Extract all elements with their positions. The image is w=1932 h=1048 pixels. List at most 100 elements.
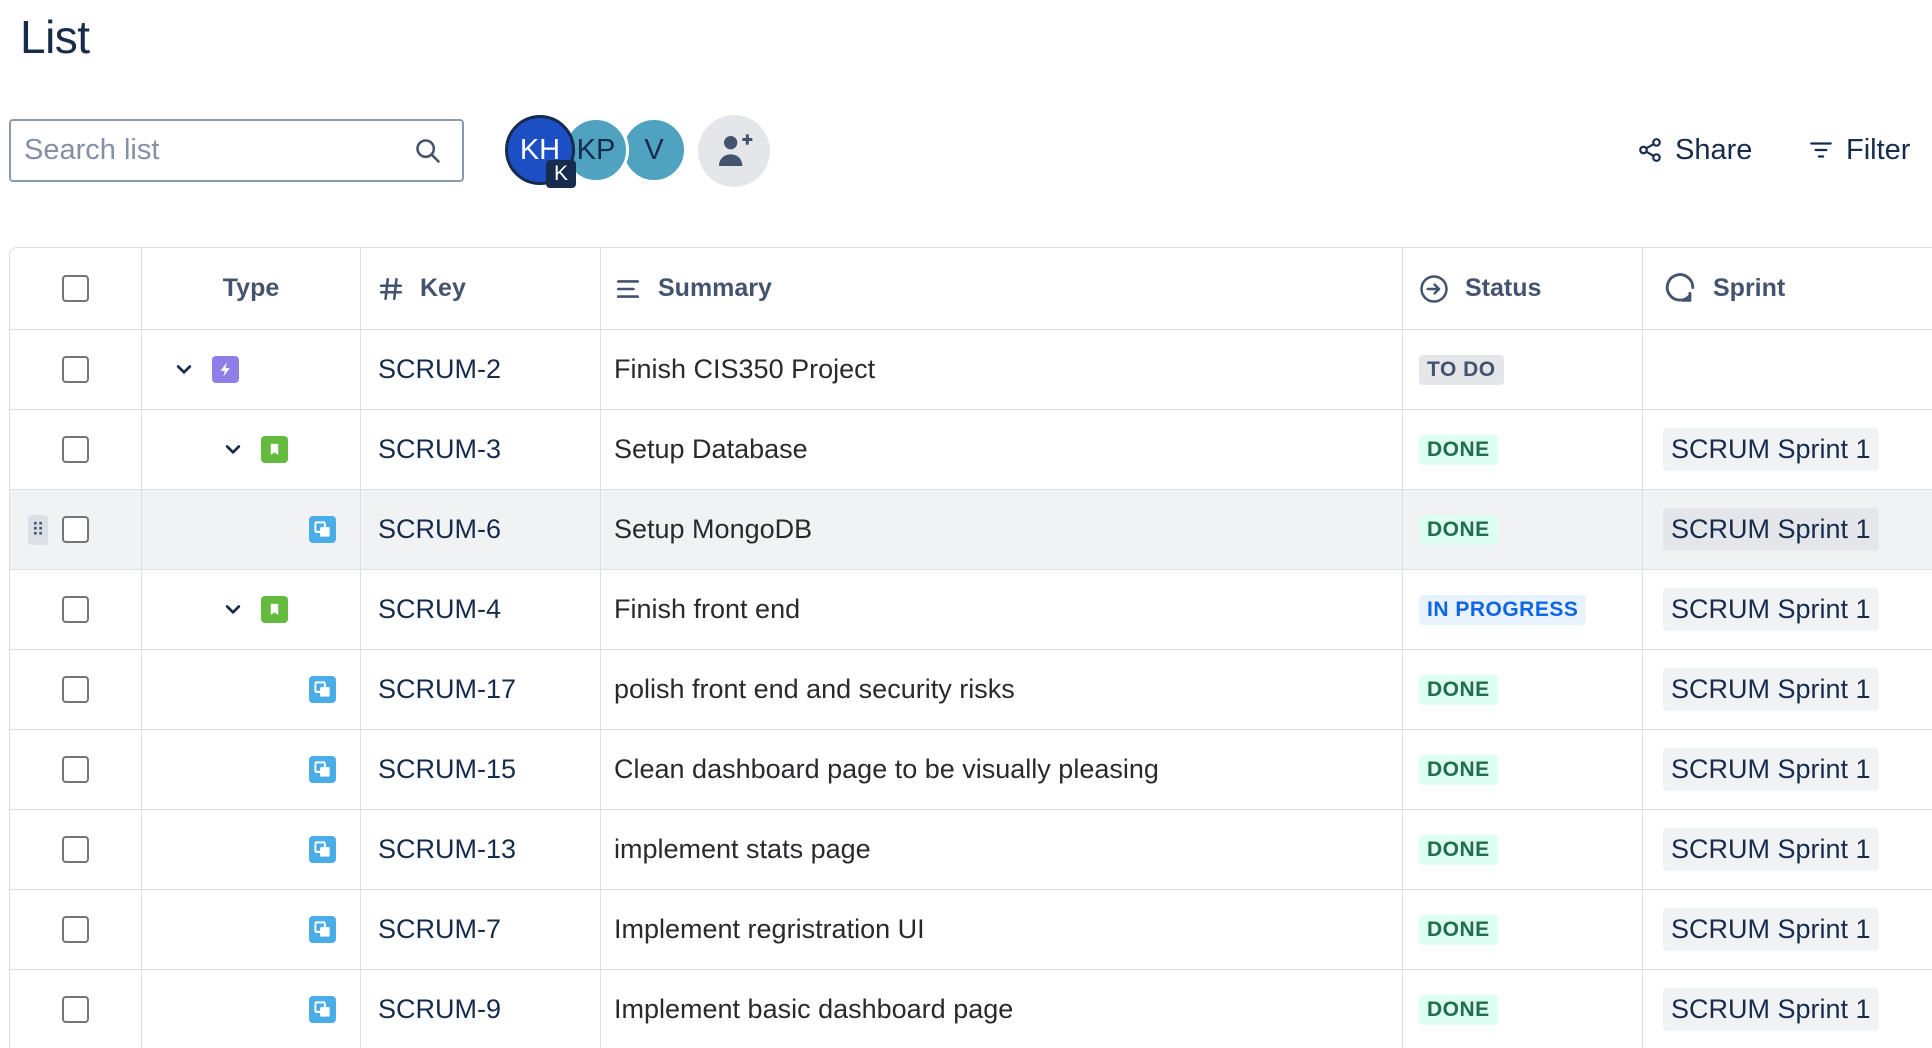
status-lozenge[interactable]: DONE [1419,754,1498,785]
issue-summary[interactable]: Setup Database [614,434,808,465]
summary-cell[interactable]: polish front end and security risks [601,650,1403,729]
issue-key[interactable]: SCRUM-3 [378,434,501,465]
issue-summary[interactable]: Finish front end [614,594,800,625]
sprint-tag[interactable]: SCRUM Sprint 1 [1663,668,1879,711]
row-checkbox[interactable] [62,676,89,703]
sprint-cell[interactable]: SCRUM Sprint 1 [1643,890,1932,969]
subtask-icon [309,836,336,863]
column-header-sprint[interactable]: Sprint [1643,248,1932,329]
status-lozenge[interactable]: DONE [1419,994,1498,1025]
issue-summary[interactable]: Finish CIS350 Project [614,354,875,385]
column-header-type[interactable]: Type [142,248,361,329]
table-row[interactable]: ⠿ SCRUM-6 Setup MongoDB DONE SCRUM Sprint 1 [10,490,1932,570]
type-cell [142,810,361,889]
table-row[interactable]: SCRUM-15 Clean dashboard page to be visua… [10,730,1932,810]
summary-cell[interactable]: Finish front end [601,570,1403,649]
table-row[interactable]: SCRUM-4 Finish front end IN PROGRESS SCRUM … [10,570,1932,650]
table-row[interactable]: SCRUM-7 Implement regristration UI DONE SCR… [10,890,1932,970]
sprint-cell[interactable]: SCRUM Sprint 1 [1643,810,1932,889]
chevron-down-icon[interactable] [221,597,245,621]
chevron-down-icon[interactable] [172,357,196,381]
issue-key[interactable]: SCRUM-9 [378,994,501,1025]
summary-cell[interactable]: Setup Database [601,410,1403,489]
table-row[interactable]: SCRUM-13 implement stats page DONE SCRUM Sp… [10,810,1932,890]
key-cell: SCRUM-6 [361,490,601,569]
avatar[interactable]: V [621,117,687,183]
row-checkbox[interactable] [62,356,89,383]
sprint-cell[interactable]: SCRUM Sprint 1 [1643,970,1932,1048]
sprint-cell[interactable] [1643,330,1932,409]
sprint-tag[interactable]: SCRUM Sprint 1 [1663,908,1879,951]
issue-key[interactable]: SCRUM-15 [378,754,516,785]
add-people-button[interactable] [698,115,770,187]
sprint-tag[interactable]: SCRUM Sprint 1 [1663,988,1879,1031]
page-title: List [20,11,90,63]
issue-summary[interactable]: implement stats page [614,834,871,865]
status-lozenge[interactable]: DONE [1419,914,1498,945]
epic-icon [212,356,239,383]
issue-key[interactable]: SCRUM-17 [378,674,516,705]
chevron-down-icon[interactable] [221,437,245,461]
issue-summary[interactable]: Setup MongoDB [614,514,812,545]
share-button[interactable]: Share [1637,130,1752,170]
summary-cell[interactable]: Setup MongoDB [601,490,1403,569]
status-lozenge[interactable]: DONE [1419,514,1498,545]
issue-summary[interactable]: Implement regristration UI [614,914,925,945]
sprint-tag[interactable]: SCRUM Sprint 1 [1663,828,1879,871]
issue-key[interactable]: SCRUM-2 [378,354,501,385]
summary-cell[interactable]: Clean dashboard page to be visually plea… [601,730,1403,809]
table-row[interactable]: SCRUM-3 Setup Database DONE SCRUM Sprint 1 [10,410,1932,490]
row-checkbox[interactable] [62,596,89,623]
summary-cell[interactable]: Implement basic dashboard page [601,970,1403,1048]
sprint-cell[interactable]: SCRUM Sprint 1 [1643,490,1932,569]
row-checkbox[interactable] [62,996,89,1023]
status-lozenge[interactable]: DONE [1419,834,1498,865]
issue-key[interactable]: SCRUM-13 [378,834,516,865]
summary-cell[interactable]: Implement regristration UI [601,890,1403,969]
issue-key[interactable]: SCRUM-6 [378,514,501,545]
status-lozenge[interactable]: TO DO [1419,354,1504,385]
status-lozenge[interactable]: DONE [1419,674,1498,705]
sprint-cell[interactable]: SCRUM Sprint 1 [1643,650,1932,729]
avatar[interactable]: KH K [505,115,576,188]
table-row[interactable]: SCRUM-17 polish front end and security ri… [10,650,1932,730]
row-checkbox[interactable] [62,436,89,463]
sprint-tag[interactable]: SCRUM Sprint 1 [1663,508,1879,551]
row-checkbox[interactable] [62,756,89,783]
issue-summary[interactable]: Implement basic dashboard page [614,994,1013,1025]
table-row[interactable]: SCRUM-2 Finish CIS350 Project TO DO [10,330,1932,410]
issue-key[interactable]: SCRUM-7 [378,914,501,945]
sprint-tag[interactable]: SCRUM Sprint 1 [1663,748,1879,791]
select-all-checkbox[interactable] [62,275,89,302]
sprint-tag[interactable]: SCRUM Sprint 1 [1663,428,1879,471]
status-lozenge[interactable]: DONE [1419,434,1498,465]
key-cell: SCRUM-17 [361,650,601,729]
issue-key[interactable]: SCRUM-4 [378,594,501,625]
row-checkbox[interactable] [62,516,89,543]
table-row[interactable]: SCRUM-9 Implement basic dashboard page DON… [10,970,1932,1048]
sprint-tag[interactable]: SCRUM Sprint 1 [1663,588,1879,631]
issue-summary[interactable]: Clean dashboard page to be visually plea… [614,754,1159,785]
status-lozenge[interactable]: IN PROGRESS [1419,594,1587,625]
issue-summary[interactable]: polish front end and security risks [614,674,1015,705]
column-header-summary[interactable]: Summary [601,248,1403,329]
summary-cell[interactable]: Finish CIS350 Project [601,330,1403,409]
row-checkbox[interactable] [62,916,89,943]
filter-button[interactable]: Filter [1808,130,1910,170]
search-input[interactable] [11,121,462,180]
column-label: Status [1465,274,1542,302]
key-cell: SCRUM-15 [361,730,601,809]
sprint-cell[interactable]: SCRUM Sprint 1 [1643,570,1932,649]
search-box[interactable] [9,119,464,182]
key-cell: SCRUM-9 [361,970,601,1048]
row-select-cell [10,890,142,969]
sprint-cell[interactable]: SCRUM Sprint 1 [1643,410,1932,489]
column-header-status[interactable]: Status [1403,248,1643,329]
summary-cell[interactable]: implement stats page [601,810,1403,889]
column-header-key[interactable]: Key [361,248,601,329]
sprint-cell[interactable]: SCRUM Sprint 1 [1643,730,1932,809]
key-cell: SCRUM-4 [361,570,601,649]
drag-handle-icon[interactable]: ⠿ [28,515,48,545]
row-select-cell [10,410,142,489]
row-checkbox[interactable] [62,836,89,863]
